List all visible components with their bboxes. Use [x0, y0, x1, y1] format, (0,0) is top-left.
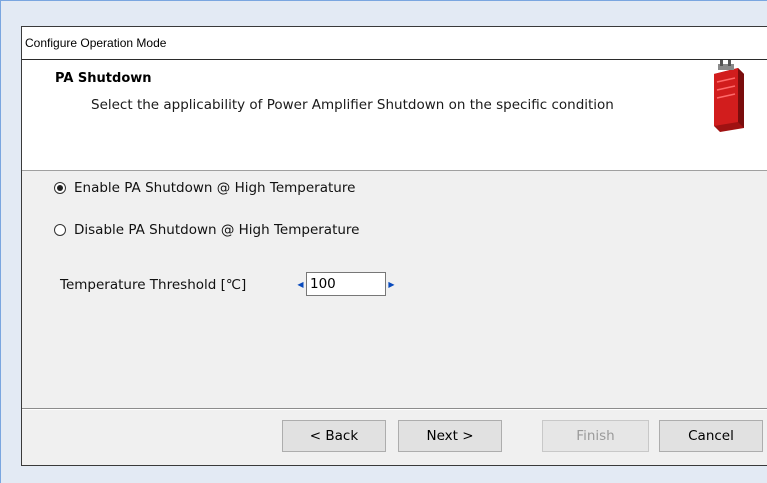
red-device-icon: [714, 60, 744, 132]
enable-shutdown-radio[interactable]: [54, 182, 66, 194]
enable-shutdown-option[interactable]: Enable PA Shutdown @ High Temperature: [54, 178, 355, 198]
footer-separator: [22, 408, 767, 410]
temperature-threshold-label: Temperature Threshold [℃]: [60, 277, 247, 293]
temperature-threshold-spinner[interactable]: ◀ 100 ▶: [297, 272, 403, 298]
wizard-body: Enable PA Shutdown @ High Temperature Di…: [22, 171, 767, 407]
next-button[interactable]: Next >: [398, 420, 502, 452]
wizard-dialog: Configure Operation Mode PA Shutdown Sel…: [21, 26, 767, 466]
page-description: Select the applicability of Power Amplif…: [91, 97, 614, 113]
disable-shutdown-label: Disable PA Shutdown @ High Temperature: [74, 222, 360, 238]
increment-arrow-icon[interactable]: ▶: [388, 276, 395, 294]
cancel-button[interactable]: Cancel: [659, 420, 763, 452]
finish-button[interactable]: Finish: [542, 420, 649, 452]
disable-shutdown-radio[interactable]: [54, 224, 66, 236]
disable-shutdown-option[interactable]: Disable PA Shutdown @ High Temperature: [54, 220, 360, 240]
page-title: PA Shutdown: [55, 71, 152, 86]
temperature-threshold-input[interactable]: 100: [306, 272, 386, 296]
enable-shutdown-label: Enable PA Shutdown @ High Temperature: [74, 180, 356, 196]
window-title: Configure Operation Mode: [22, 27, 767, 59]
wizard-header: PA Shutdown Select the applicability of …: [22, 59, 767, 171]
decrement-arrow-icon[interactable]: ◀: [297, 276, 304, 294]
back-button[interactable]: < Back: [282, 420, 386, 452]
